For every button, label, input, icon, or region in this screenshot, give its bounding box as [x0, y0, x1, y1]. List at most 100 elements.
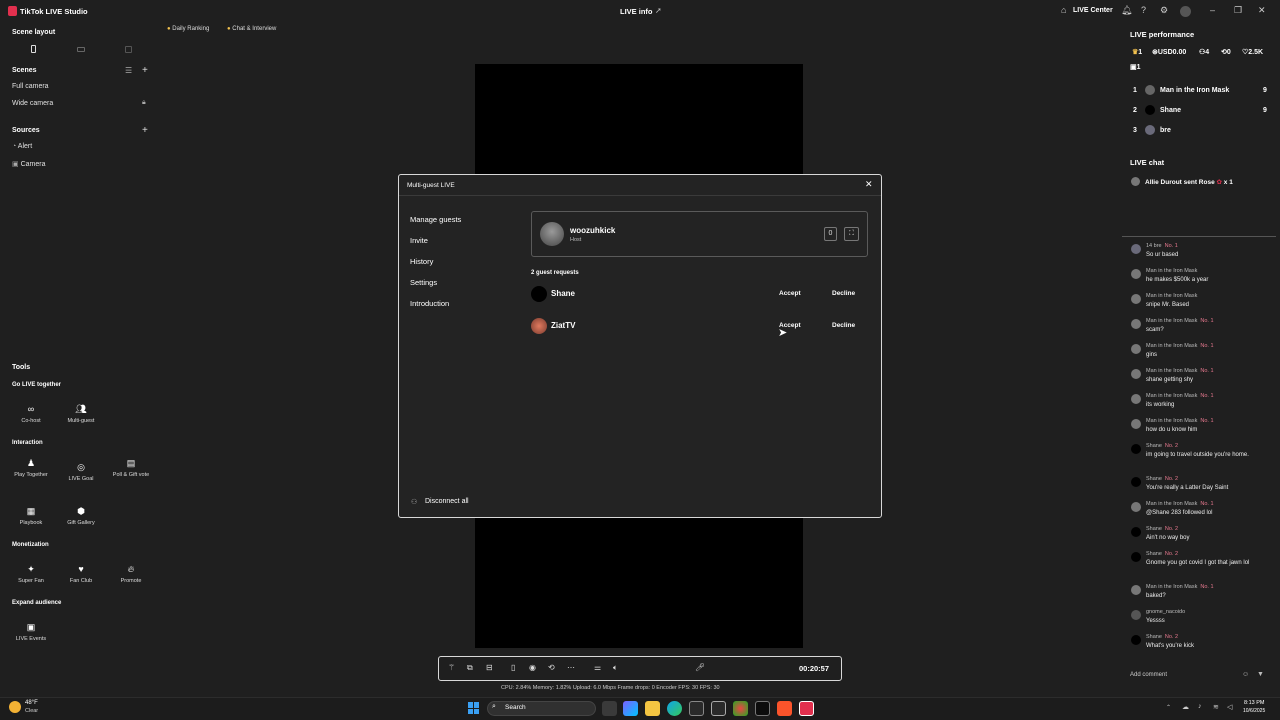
nav-manage-guests[interactable]: Manage guests — [410, 215, 461, 224]
dual-layout-icon[interactable] — [125, 46, 132, 53]
add-comment-input[interactable]: Add comment — [1130, 672, 1167, 678]
maximize-icon[interactable]: ❐ — [1234, 5, 1242, 16]
promote-tool[interactable]: 🔥︎ Promote — [106, 564, 156, 585]
nav-invite[interactable]: Invite — [410, 236, 428, 245]
taskbar-search[interactable] — [487, 701, 596, 716]
help-icon[interactable]: ? — [1141, 5, 1146, 15]
file-explorer-icon[interactable] — [645, 701, 660, 716]
brave-icon[interactable] — [777, 701, 792, 716]
gear-icon[interactable]: ⚙ — [1160, 5, 1168, 16]
rank-name[interactable]: bre — [1160, 127, 1171, 134]
super-fan-tool[interactable]: ✦ Super Fan — [6, 564, 56, 585]
daily-ranking-chip[interactable]: ● Daily Ranking — [167, 26, 209, 32]
chat-username[interactable]: gnome_nacoido — [1146, 609, 1185, 615]
avatar[interactable] — [1180, 6, 1191, 17]
live-info-title[interactable]: LIVE info — [620, 7, 653, 16]
minimize-icon[interactable]: – — [1210, 5, 1215, 15]
bell-icon[interactable]: 🔔︎ — [1121, 5, 1132, 16]
poll-gift-vote-tool[interactable]: ▤ Poll & Gift vote — [106, 458, 156, 479]
chat-username[interactable]: Shane No. 2 — [1146, 443, 1178, 449]
record-icon[interactable]: ◉ — [529, 663, 536, 672]
fan-club-tool[interactable]: ♥ Fan Club — [56, 564, 106, 585]
clock-date[interactable]: 10/6/2025 — [1243, 708, 1265, 714]
clock-time[interactable]: 8:13 PM — [1244, 700, 1264, 706]
source-camera[interactable]: ▣ Camera — [12, 160, 45, 168]
weather-icon[interactable] — [9, 701, 21, 713]
tray-chevron-icon[interactable]: ⌃ — [1166, 704, 1171, 711]
add-scene-icon[interactable]: + — [142, 65, 148, 76]
chat-username[interactable]: Man in the Iron Mask No. 1 — [1146, 318, 1214, 324]
edge-icon[interactable] — [667, 701, 682, 716]
mic-count-button[interactable]: 0 — [824, 227, 837, 241]
lock-icon[interactable]: 🔒︎ — [142, 99, 146, 107]
accept-button[interactable]: Accept — [779, 290, 801, 297]
live-events-tool[interactable]: ▣ LIVE Events — [6, 622, 56, 643]
task-view-icon[interactable] — [602, 701, 617, 716]
home-icon[interactable]: ⌂ — [1061, 5, 1066, 15]
chat-username[interactable]: Man in the Iron Mask No. 1 — [1146, 343, 1214, 349]
portrait-layout-icon[interactable] — [31, 45, 36, 53]
volume-icon[interactable]: 🔈︎ — [613, 663, 618, 673]
chat-username[interactable]: Man in the Iron Mask No. 1 — [1146, 584, 1214, 590]
expand-icon[interactable]: ⛶ — [844, 227, 859, 241]
nav-settings[interactable]: Settings — [410, 278, 437, 287]
live-center-button[interactable]: LIVE Center — [1073, 7, 1113, 14]
more-icon[interactable]: ⋯ — [567, 663, 575, 672]
store-icon[interactable] — [689, 701, 704, 716]
chat-username[interactable]: Man in the Iron Mask No. 1 — [1146, 418, 1214, 424]
edit-icon[interactable]: ➚ — [655, 6, 662, 15]
co-host-tool[interactable]: ∞ Co-host — [6, 404, 56, 425]
chat-username[interactable]: Shane No. 2 — [1146, 476, 1178, 482]
layout-icon[interactable]: ⧉ — [467, 663, 473, 673]
disconnect-all-button[interactable]: Disconnect all — [425, 498, 469, 505]
close-icon[interactable]: ✕ — [865, 179, 873, 190]
nav-history[interactable]: History — [410, 257, 433, 266]
chat-username[interactable]: Man in the Iron Mask No. 1 — [1146, 393, 1214, 399]
chat-username[interactable]: 14 bre No. 1 — [1146, 243, 1178, 249]
rank-name[interactable]: Man in the Iron Mask — [1160, 87, 1229, 94]
decline-button[interactable]: Decline — [832, 290, 855, 297]
chat-username[interactable]: Man in the Iron Mask No. 1 — [1146, 501, 1214, 507]
nav-introduction[interactable]: Introduction — [410, 299, 449, 308]
video-preview[interactable] — [475, 518, 803, 648]
landscape-layout-icon[interactable] — [77, 47, 85, 52]
filter-icon[interactable]: ▼ — [1257, 671, 1264, 678]
tiktok-live-studio-icon[interactable] — [799, 701, 814, 716]
list-icon[interactable]: ☰ — [125, 66, 132, 75]
add-source-icon[interactable]: + — [142, 125, 148, 136]
playbook-tool[interactable]: ▦ Playbook — [6, 506, 56, 527]
chrome-icon[interactable] — [733, 701, 748, 716]
scene-full-camera[interactable]: Full camera — [12, 83, 49, 90]
grid-icon[interactable]: ⊟ — [486, 663, 493, 672]
multi-guest-tool[interactable]: 👥︎ Multi-guest — [56, 404, 106, 425]
play-together-tool[interactable]: ♟ Play Together — [6, 458, 56, 479]
settings-sliders-icon[interactable]: ⚌ — [594, 663, 601, 672]
chat-username[interactable]: Man in the Iron Mask — [1146, 268, 1197, 274]
chat-username[interactable]: Man in the Iron Mask — [1146, 293, 1197, 299]
terminal-icon[interactable] — [755, 701, 770, 716]
wifi-icon[interactable]: ≋ — [1213, 703, 1219, 711]
copilot-icon[interactable] — [623, 701, 638, 716]
mic-icon[interactable]: 🎤︎ — [695, 663, 705, 672]
phone-icon[interactable]: ▯ — [511, 663, 515, 672]
chat-interview-chip[interactable]: ● Chat & Interview — [227, 26, 276, 32]
mic-icon[interactable]: ♪ — [1198, 703, 1202, 710]
close-icon[interactable]: ✕ — [1258, 5, 1266, 16]
gift-gallery-tool[interactable]: ⬢ Gift Gallery — [56, 506, 106, 527]
emoji-icon[interactable]: ☺ — [1242, 671, 1249, 678]
chat-username[interactable]: Shane No. 2 — [1146, 526, 1178, 532]
rank-name[interactable]: Shane — [1160, 107, 1181, 114]
decline-button[interactable]: Decline — [832, 322, 855, 329]
chat-username[interactable]: Shane No. 2 — [1146, 634, 1178, 640]
live-goal-tool[interactable]: ◎ LIVE Goal — [56, 462, 106, 483]
chat-username[interactable]: Shane No. 2 — [1146, 551, 1178, 557]
windows-start-icon[interactable] — [468, 702, 480, 714]
volume-icon[interactable]: ◁ — [1227, 703, 1232, 711]
scene-wide-camera[interactable]: Wide camera — [12, 100, 53, 107]
settings-app-icon[interactable] — [711, 701, 726, 716]
chat-username[interactable]: Man in the Iron Mask No. 1 — [1146, 368, 1214, 374]
replay-icon[interactable]: ⟲ — [548, 663, 555, 672]
magic-wand-icon[interactable]: ⚚ — [448, 663, 455, 672]
source-alert[interactable]: ◔ Alert — [12, 143, 32, 150]
cloud-icon[interactable]: ☁ — [1182, 703, 1189, 711]
